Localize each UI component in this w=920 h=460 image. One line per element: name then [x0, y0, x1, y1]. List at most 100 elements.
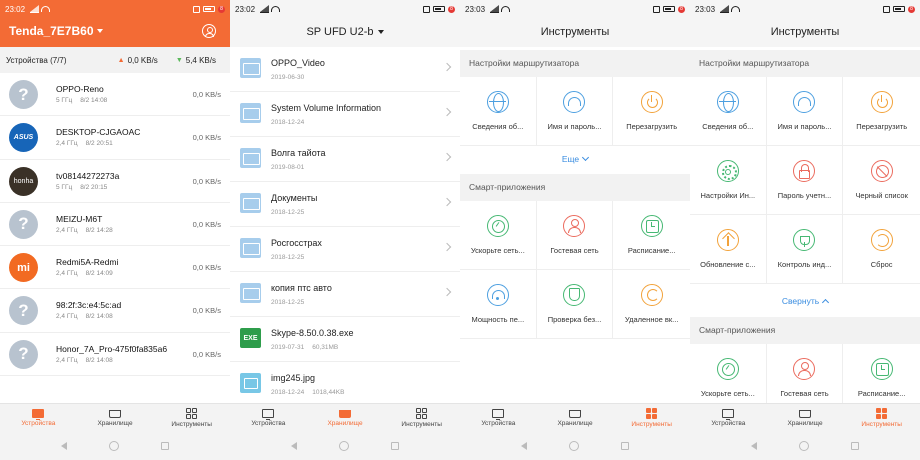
router-selector[interactable]: Tenda_7E7B60	[9, 24, 103, 38]
tool-speed-up[interactable]: Ускорьте сеть...	[460, 201, 537, 270]
tab-label: Хранилище	[327, 419, 363, 427]
status-time: 23:02	[5, 4, 26, 14]
tool-security-check[interactable]: Проверка без...	[536, 270, 614, 339]
back-icon[interactable]	[61, 442, 67, 450]
notification-badge: 8	[908, 5, 915, 13]
tool-router-info[interactable]: Сведения об...	[690, 77, 767, 146]
tool-firmware-update[interactable]: Обновление с...	[690, 215, 767, 284]
tool-account-password[interactable]: Пароль учетн...	[766, 146, 844, 215]
file-row[interactable]: EXE Skype-8.50.0.38.exe 2019-07-31 60,31MB	[230, 317, 460, 362]
tab-devices[interactable]: Устройства	[460, 404, 537, 432]
file-name: System Volume Information	[271, 103, 382, 113]
tab-tools[interactable]: Инструменты	[383, 404, 460, 432]
recents-icon[interactable]	[621, 442, 629, 450]
tool-label: Черный список	[855, 191, 908, 200]
tab-devices[interactable]: Устройства	[0, 404, 77, 432]
tab-bar: Устройства Хранилище Инструменты	[0, 403, 230, 432]
recents-icon[interactable]	[851, 442, 859, 450]
home-icon[interactable]	[109, 441, 119, 451]
device-row[interactable]: ? 98:2f:3c:e4:5c:ad 2,4 ГГц 8/2 14:08 0,0 KB…	[0, 289, 230, 333]
file-date: 2019-08-01	[271, 164, 305, 171]
tab-devices[interactable]: Устройства	[230, 404, 307, 432]
file-row[interactable]: img245.jpg 2018-12-24 1018,44KB	[230, 362, 460, 407]
tool-reset[interactable]: Сброс	[843, 215, 920, 284]
tool-reboot[interactable]: Перезагрузить	[613, 77, 690, 146]
device-row[interactable]: ? Honor_7A_Pro-475f0fa835a6 2,4 ГГц 8/2 14:…	[0, 333, 230, 377]
back-icon[interactable]	[291, 442, 297, 450]
tool-reboot[interactable]: Перезагрузить	[843, 77, 920, 146]
device-time: 8/2 20:15	[80, 183, 108, 191]
home-icon[interactable]	[339, 441, 349, 451]
file-date: 2018-12-24	[271, 119, 305, 126]
file-row[interactable]: Документы 2018-12-25	[230, 182, 460, 227]
status-time: 23:03	[695, 4, 716, 14]
battery-icon	[433, 6, 445, 12]
tool-wifi-name-password[interactable]: Имя и пароль...	[766, 77, 844, 146]
file-name: img245.jpg	[271, 373, 316, 383]
tool-signal-power[interactable]: Мощность пе...	[460, 270, 537, 339]
chevron-right-icon	[442, 242, 452, 252]
tab-devices[interactable]: Устройства	[690, 404, 767, 432]
file-name: Волга тайота	[271, 148, 326, 158]
tool-schedule[interactable]: Расписание...	[613, 201, 690, 270]
tab-bar: Устройства Хранилище Инструменты	[230, 403, 460, 432]
recents-icon[interactable]	[161, 442, 169, 450]
asus-logo-icon: ASUS	[9, 123, 38, 153]
file-row[interactable]: копия птс авто 2018-12-25	[230, 272, 460, 317]
recents-icon[interactable]	[391, 442, 399, 450]
tool-label: Пароль учетн...	[777, 191, 832, 200]
device-row[interactable]: ? MEIZU-M6T 2,4 ГГц 8/2 14:28 0,0 KB/s	[0, 203, 230, 247]
shield-icon	[563, 284, 586, 306]
tool-remote-access[interactable]: Удаленное вк...	[613, 270, 690, 339]
tool-label: Ускорьте сеть...	[470, 246, 525, 255]
drive-selector[interactable]: SP UFD U2-b	[230, 26, 460, 38]
collapse-label: Свернуть	[781, 296, 820, 306]
tool-guest-network[interactable]: Гостевая сеть	[536, 201, 614, 270]
device-name: MEIZU-M6T	[56, 213, 103, 224]
globe-icon	[486, 91, 509, 113]
file-row[interactable]: System Volume Information 2018-12-24	[230, 92, 460, 137]
drive-name: SP UFD U2-b	[306, 26, 374, 38]
home-icon[interactable]	[799, 441, 809, 451]
device-row[interactable]: ASUS DESKTOP-CJGAOAC 2,4 ГГц 8/2 20:51 0,0 K…	[0, 116, 230, 160]
tab-storage[interactable]: Хранилище	[307, 404, 384, 432]
tool-router-info[interactable]: Сведения об...	[460, 77, 537, 146]
file-name: OPPO_Video	[271, 58, 325, 68]
battery-icon	[203, 6, 215, 12]
device-time: 8/2 14:08	[85, 313, 113, 321]
power-icon	[640, 91, 663, 113]
tool-wifi-name-password[interactable]: Имя и пароль...	[536, 77, 614, 146]
chevron-right-icon	[442, 62, 452, 72]
chevron-right-icon	[442, 107, 452, 117]
router-settings-section: Настройки маршрутизатора	[690, 50, 920, 77]
file-row[interactable]: OPPO_Video 2019-06-30	[230, 47, 460, 92]
tab-tools[interactable]: Инструменты	[613, 404, 690, 432]
file-date: 2019-07-31	[271, 344, 305, 351]
tool-blacklist[interactable]: Черный список	[843, 146, 920, 215]
home-icon[interactable]	[569, 441, 579, 451]
account-icon[interactable]	[202, 24, 216, 38]
tool-led-control[interactable]: Контроль инд...	[766, 215, 844, 284]
device-row[interactable]: ? OPPO-Reno 5 ГГц 8/2 14:08 0,0 KB/s	[0, 73, 230, 117]
device-row[interactable]: honha tv08144272273a 5 ГГц 8/2 20:15 0,0 KB/…	[0, 160, 230, 203]
tab-storage[interactable]: Хранилище	[537, 404, 614, 432]
tool-internet-settings[interactable]: Настройки Ин...	[690, 146, 767, 215]
device-row[interactable]: mi Redmi5A-Redmi 2,4 ГГц 8/2 14:09 0,0 KB/s	[0, 246, 230, 290]
collapse-button[interactable]: Свернуть	[690, 289, 920, 313]
tab-tools[interactable]: Инструменты	[153, 404, 230, 432]
back-icon[interactable]	[521, 442, 527, 450]
device-time: 8/2 14:08	[80, 97, 108, 104]
tab-tools[interactable]: Инструменты	[843, 404, 920, 432]
tab-storage[interactable]: Хранилище	[77, 404, 154, 432]
device-time: 8/2 20:51	[85, 140, 113, 148]
vibrate-icon	[423, 5, 430, 13]
more-button[interactable]: Еще	[460, 147, 690, 171]
tab-storage[interactable]: Хранилище	[767, 404, 844, 432]
file-row[interactable]: Росгосстрах 2018-12-25	[230, 227, 460, 272]
tab-bar: Устройства Хранилище Инструменты	[460, 403, 690, 432]
device-band: 5 ГГц	[56, 183, 73, 191]
file-row[interactable]: Волга тайота 2019-08-01	[230, 137, 460, 182]
router-settings-section: Настройки маршрутизатора	[460, 50, 690, 77]
schedule-icon	[640, 215, 663, 237]
back-icon[interactable]	[751, 442, 757, 450]
